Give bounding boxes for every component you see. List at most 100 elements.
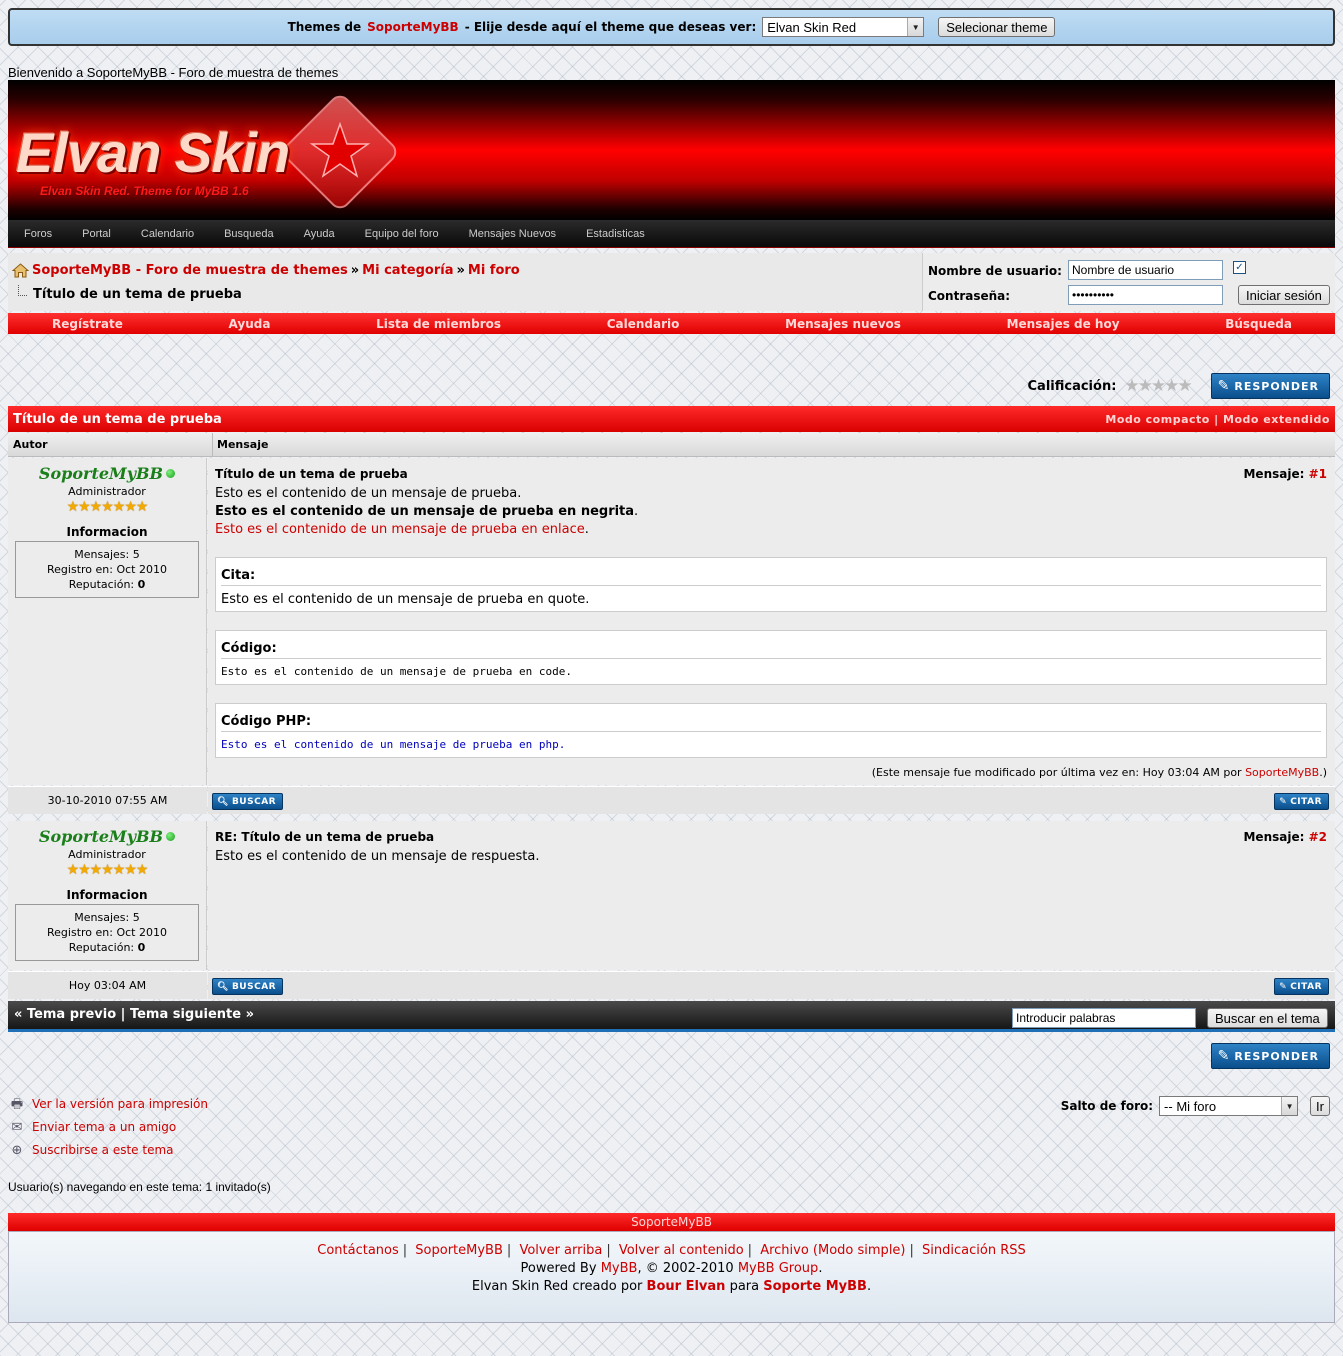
footer-link-archive[interactable]: Archivo (Modo simple) (760, 1243, 905, 1258)
menu-register[interactable]: Regístrate (52, 317, 123, 331)
reply-button-top[interactable]: ✎ RESPONDER (1210, 373, 1330, 399)
post-username[interactable]: SoporteMyBB (39, 827, 163, 846)
menu-help[interactable]: Ayuda (229, 317, 271, 331)
prev-thread-link[interactable]: « Tema previo (14, 1007, 116, 1022)
post-username[interactable]: SoporteMyBB (39, 464, 163, 483)
footer-link-top[interactable]: Volver arriba (519, 1243, 602, 1258)
next-thread-link[interactable]: Tema siguiente » (130, 1007, 254, 1022)
nav-item-portal[interactable]: Portal (82, 228, 111, 240)
menu-member-list[interactable]: Lista de miembros (376, 317, 501, 331)
quote-button-label: CITAR (1290, 981, 1322, 992)
remember-me-checkbox[interactable]: ✓ (1233, 261, 1246, 274)
mybb-group-link[interactable]: MyBB Group (738, 1261, 818, 1276)
mode-compact-link[interactable]: Modo compacto (1105, 413, 1209, 426)
logo-text[interactable]: Elvan Skin (16, 120, 290, 185)
edit-note-suffix: .) (1319, 766, 1327, 779)
reply-button-bottom[interactable]: ✎ RESPONDER (1210, 1043, 1330, 1069)
welcome-text: Bienvenido a SoporteMyBB - Foro de muest… (8, 65, 339, 80)
user-rank-stars: ★★★★★★★ (66, 862, 149, 878)
pencil-icon: ✎ (1217, 1048, 1231, 1064)
user-registered: Registro en: Oct 2010 (47, 926, 167, 939)
home-icon[interactable] (12, 263, 29, 278)
credit-author-link[interactable]: Bour Elvan (647, 1279, 726, 1294)
select-theme-button[interactable]: Selecionar theme (938, 17, 1056, 37)
forum-jump-select[interactable]: -- Mi foro ▼ (1159, 1096, 1299, 1116)
post-text-bold: Esto es el contenido de un mensaje de pr… (215, 504, 635, 519)
edit-note-prefix: (Este mensaje fue modificado por última … (871, 766, 1242, 779)
rating-row: Calificación: ★★★★★ ✎ RESPONDER (1028, 373, 1330, 399)
quote-button[interactable]: ✎ CITAR (1274, 793, 1329, 810)
login-box: Nombre de usuario: Nombre de usuario ✓ C… (922, 253, 1335, 311)
nav-item-mensajes-nuevos[interactable]: Mensajes Nuevos (469, 228, 556, 240)
post-text-link-end: . (584, 522, 589, 537)
breadcrumb-separator: » (350, 263, 360, 278)
breadcrumb-forum-home[interactable]: SoporteMyBB - Foro de muestra de themes (32, 263, 348, 278)
credit-site-link[interactable]: Soporte MyBB (763, 1279, 867, 1294)
send-to-friend-link[interactable]: Enviar tema a un amigo (32, 1120, 176, 1134)
menu-new-posts[interactable]: Mensajes nuevos (785, 317, 901, 331)
footer-link-content[interactable]: Volver al contenido (619, 1243, 744, 1258)
username-input[interactable]: Nombre de usuario (1068, 260, 1223, 280)
nav-item-busqueda[interactable]: Busqueda (224, 228, 274, 240)
user-rep-label: Reputación: (68, 578, 135, 591)
breadcrumb-category[interactable]: Mi categoría (362, 263, 453, 278)
quote-button-label: CITAR (1290, 796, 1322, 807)
forum-jump: Salto de foro: -- Mi foro ▼ Ir (1061, 1096, 1330, 1116)
post-num-label: Mensaje: (1243, 467, 1305, 481)
menu-today-posts[interactable]: Mensajes de hoy (1007, 317, 1120, 331)
quote-button[interactable]: ✎ CITAR (1274, 978, 1329, 995)
login-button[interactable]: Iniciar sesión (1238, 285, 1330, 305)
theme-bar-suffix: - Elije desde aquí el theme que deseas v… (464, 20, 757, 34)
search-user-button[interactable]: 🔍︎ BUSCAR (212, 793, 284, 810)
post-permalink[interactable]: #2 (1309, 830, 1327, 844)
theme-select-value: Elvan Skin Red (767, 19, 857, 35)
nav-item-calendario[interactable]: Calendario (141, 228, 194, 240)
post-subject: Título de un tema de prueba (215, 467, 408, 481)
theme-bar-brand-link[interactable]: SoporteMyBB (367, 20, 459, 34)
edit-note: (Este mensaje fue modificado por última … (872, 766, 1327, 779)
post-author-panel: SoporteMyBB Administrador ★★★★★★★ Inform… (8, 458, 207, 785)
powered-by-text: Powered By (520, 1261, 597, 1276)
password-label: Contraseña: (928, 289, 1011, 303)
post-text-bold-end: . (634, 504, 639, 519)
password-input[interactable]: •••••••••• (1068, 285, 1223, 305)
subscribe-link[interactable]: Suscribirse a este tema (32, 1143, 174, 1157)
user-info-box: Mensajes: 5 Registro en: Oct 2010 Reputa… (15, 904, 199, 961)
nav-item-equipo[interactable]: Equipo del foro (365, 228, 439, 240)
nav-item-estadisticas[interactable]: Estadisticas (586, 228, 645, 240)
menu-search[interactable]: Búsqueda (1225, 317, 1292, 331)
user-post-count: Mensajes: 5 (74, 548, 140, 561)
footer-link-rss[interactable]: Sindicación RSS (922, 1243, 1026, 1258)
php-text: Esto es el contenido de un mensaje de pr… (221, 738, 566, 751)
print-version-link[interactable]: Ver la versión para impresión (32, 1097, 208, 1111)
breadcrumb-separator: » (456, 263, 465, 278)
username-label: Nombre de usuario: (928, 264, 1062, 278)
footer-link-home[interactable]: SoporteMyBB (415, 1243, 503, 1258)
menu-calendar[interactable]: Calendario (607, 317, 680, 331)
nav-item-foros[interactable]: Foros (24, 228, 52, 240)
theme-select[interactable]: Elvan Skin Red ▼ (762, 17, 925, 37)
mode-separator: | (1214, 412, 1219, 426)
nav-item-ayuda[interactable]: Ayuda (304, 228, 335, 240)
thread-search-input[interactable]: Introducir palabras (1012, 1008, 1196, 1028)
breadcrumb-forum[interactable]: Mi foro (468, 263, 520, 278)
mode-extended-link[interactable]: Modo extendido (1223, 413, 1330, 426)
thread-search-button[interactable]: Buscar en el tema (1207, 1008, 1328, 1028)
user-rep-value[interactable]: 0 (138, 941, 146, 954)
search-user-button[interactable]: 🔍︎ BUSCAR (212, 978, 284, 995)
powered-mybb-link[interactable]: MyBB (601, 1261, 638, 1276)
rating-stars[interactable]: ★★★★★ (1124, 376, 1192, 396)
user-rep-value[interactable]: 0 (138, 578, 146, 591)
star-logo-icon (283, 95, 397, 209)
user-info-title: Informacion (66, 525, 148, 539)
post-permalink[interactable]: #1 (1309, 467, 1327, 481)
main-navbar: Foros Portal Calendario Busqueda Ayuda E… (8, 220, 1335, 248)
edit-note-user[interactable]: SoporteMyBB (1245, 766, 1319, 779)
forum-jump-button[interactable]: Ir (1310, 1096, 1330, 1116)
forum-jump-label: Salto de foro: (1060, 1099, 1154, 1113)
post-text-link[interactable]: Esto es el contenido de un mensaje de pr… (215, 522, 585, 537)
printer-icon: 🖶︎ (10, 1097, 24, 1112)
online-users-text: Usuario(s) navegando en este tema: 1 inv… (8, 1180, 271, 1194)
footer-link-contact[interactable]: Contáctanos (317, 1243, 399, 1258)
subscribe-icon: ⊕ (11, 1143, 23, 1158)
